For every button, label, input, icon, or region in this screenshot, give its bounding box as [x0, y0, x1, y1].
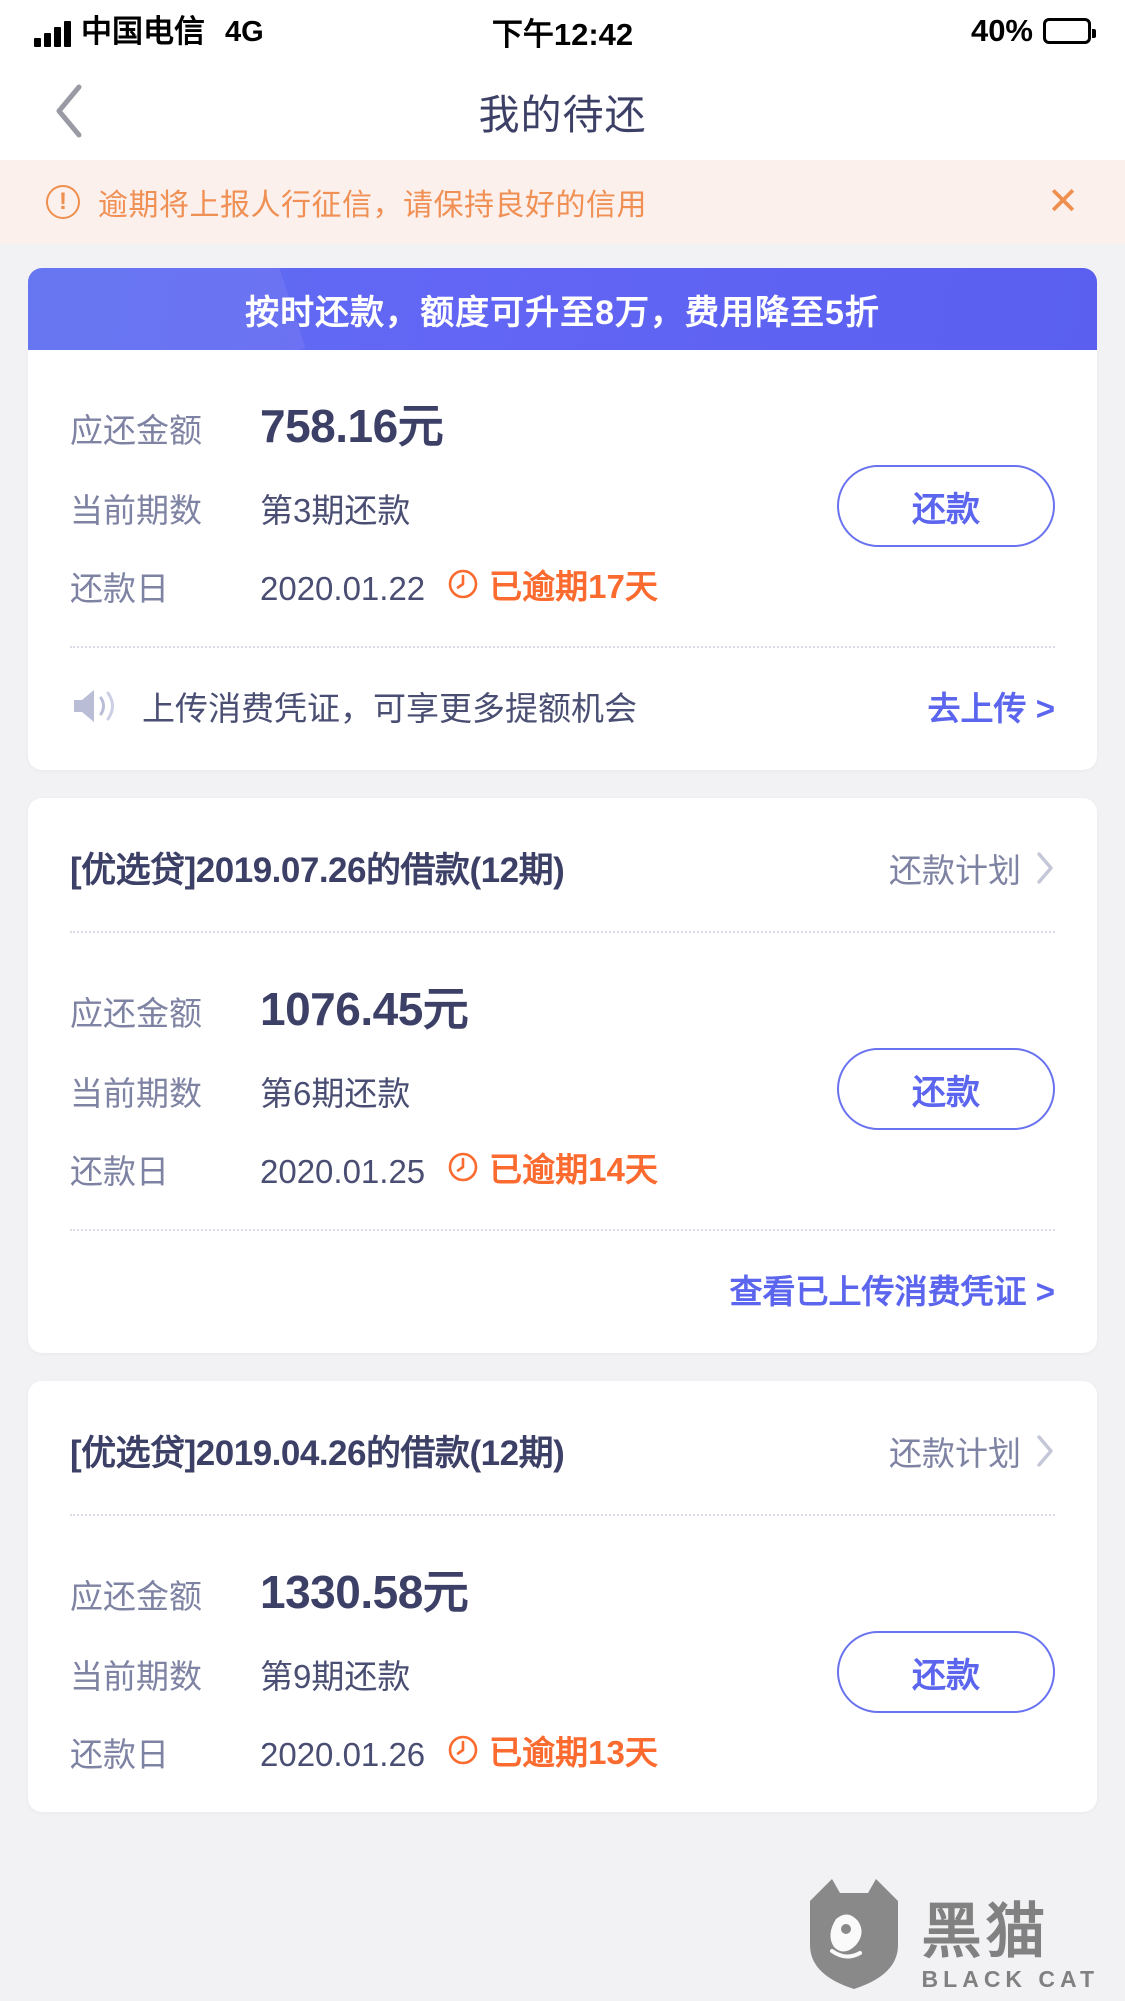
clock-icon [447, 568, 479, 600]
repay-button[interactable]: 还款 [837, 1048, 1055, 1130]
repayment-plan-link[interactable]: 还款计划 [889, 844, 1055, 892]
detail-rows: 应还金额 1330.58元 当前期数 第9期还款 还款日 2020.01.26 [70, 1556, 817, 1776]
amount-row: 应还金额 758.16元 [70, 390, 817, 456]
repayment-plan-label: 还款计划 [889, 1434, 1021, 1472]
upload-voucher-link[interactable]: 去上传 > [928, 682, 1055, 730]
amount-label: 应还金额 [70, 995, 202, 1032]
page-title: 我的待还 [478, 92, 647, 138]
overdue-text: 已逾期17天 [489, 568, 658, 605]
overdue-badge: 已逾期14天 [447, 1143, 658, 1191]
card-header: [优选贷]2019.07.26的借款(12期) 还款计划 [28, 798, 1097, 931]
clock-label: 下午12:42 [491, 16, 634, 52]
overdue-badge: 已逾期13天 [447, 1726, 658, 1774]
period-value: 第6期还款 [260, 1075, 411, 1112]
card-footer: 上传消费凭证，可享更多提额机会 去上传 > [28, 648, 1097, 770]
amount-value: 758.16元 [260, 400, 444, 452]
period-row: 当前期数 第9期还款 [70, 1650, 817, 1698]
nav-bar: 我的待还 [0, 62, 1125, 160]
repayment-plan-label: 还款计划 [889, 851, 1021, 889]
date-row: 还款日 2020.01.22 已逾期17天 [70, 560, 817, 610]
footer-text: 上传消费凭证，可享更多提额机会 [142, 690, 637, 727]
battery-percent-label: 40% [970, 13, 1033, 48]
repay-button[interactable]: 还款 [837, 465, 1055, 547]
date-row: 还款日 2020.01.26 已逾期13天 [70, 1726, 817, 1776]
date-label: 还款日 [70, 1153, 169, 1190]
date-value: 2020.01.25 [260, 1153, 426, 1190]
amount-row: 应还金额 1076.45元 [70, 973, 817, 1039]
period-label: 当前期数 [70, 492, 202, 529]
card-body: 应还金额 1330.58元 当前期数 第9期还款 还款日 2020.01.26 [28, 1516, 1097, 1812]
repayment-card: [优选贷]2019.04.26的借款(12期) 还款计划 应还金额 1330.5… [28, 1381, 1097, 1812]
repayment-card: [优选贷]2019.07.26的借款(12期) 还款计划 应还金额 1076.4… [28, 798, 1097, 1353]
date-label: 还款日 [70, 1736, 169, 1773]
overdue-text: 已逾期14天 [489, 1151, 658, 1188]
period-row: 当前期数 第3期还款 [70, 484, 817, 532]
close-icon[interactable]: ✕ [1047, 183, 1079, 221]
chevron-left-icon [51, 83, 85, 139]
amount-value: 1076.45元 [260, 983, 469, 1035]
loan-title: [优选贷]2019.07.26的借款(12期) [70, 851, 565, 890]
card-footer: 查看已上传消费凭证 > [28, 1231, 1097, 1353]
clock-icon [447, 1734, 479, 1766]
overdue-text: 已逾期13天 [489, 1734, 658, 1771]
watermark-text: 黑猫 BLACK CAT [922, 1902, 1099, 1991]
chevron-right-icon [1035, 1434, 1055, 1468]
warning-text: 逾期将上报人行征信，请保持良好的信用 [98, 189, 647, 222]
repay-button-label: 还款 [912, 1073, 980, 1112]
promo-banner[interactable]: 按时还款，额度可升至8万，费用降至5折 [28, 268, 1097, 350]
period-value: 第9期还款 [260, 1658, 411, 1695]
repayment-plan-link[interactable]: 还款计划 [889, 1427, 1055, 1475]
date-row: 还款日 2020.01.25 已逾期14天 [70, 1143, 817, 1193]
back-button[interactable] [40, 83, 96, 139]
repay-button-label: 还款 [912, 1656, 980, 1695]
amount-row: 应还金额 1330.58元 [70, 1556, 817, 1622]
period-label: 当前期数 [70, 1075, 202, 1112]
status-bar-right: 40% [970, 13, 1096, 49]
watermark-cn: 黑猫 [921, 1898, 1050, 1965]
promo-text: 按时还款，额度可升至8万，费用降至5折 [245, 293, 880, 332]
credit-warning-banner: ! 逾期将上报人行征信，请保持良好的信用 ✕ [0, 160, 1125, 244]
status-bar: 中国电信 4G 下午12:42 40% [0, 0, 1125, 62]
exclamation-circle-icon: ! [46, 185, 80, 219]
period-value: 第3期还款 [260, 492, 411, 529]
app-screen: 中国电信 4G 下午12:42 40% 我的待还 ! 逾期将上报人行征信，请保持… [0, 0, 1125, 2001]
card-header: [优选贷]2019.04.26的借款(12期) 还款计划 [28, 1381, 1097, 1514]
card-body: 应还金额 1076.45元 当前期数 第6期还款 还款日 2020.01.25 [28, 933, 1097, 1229]
speaker-icon [70, 685, 142, 727]
period-row: 当前期数 第6期还款 [70, 1067, 817, 1115]
battery-icon [1043, 18, 1096, 44]
scroll-content: 按时还款，额度可升至8万，费用降至5折 应还金额 758.16元 当前期数 第3… [0, 268, 1125, 1812]
chevron-right-icon [1035, 851, 1055, 885]
date-label: 还款日 [70, 570, 169, 607]
clock-icon [447, 1151, 479, 1183]
period-label: 当前期数 [70, 1658, 202, 1695]
watermark-en: BLACK CAT [921, 1966, 1099, 1992]
watermark: 黑猫 BLACK CAT [802, 1871, 1099, 1991]
repay-button-label: 还款 [912, 490, 980, 529]
loan-title: [优选贷]2019.04.26的借款(12期) [70, 1434, 565, 1473]
overdue-badge: 已逾期17天 [447, 560, 658, 608]
detail-rows: 应还金额 1076.45元 当前期数 第6期还款 还款日 2020.01.25 [70, 973, 817, 1193]
amount-value: 1330.58元 [260, 1566, 469, 1618]
date-value: 2020.01.26 [260, 1736, 426, 1773]
date-value: 2020.01.22 [260, 570, 426, 607]
black-cat-logo-icon [802, 1871, 906, 1991]
repayment-card: 应还金额 758.16元 当前期数 第3期还款 还款日 2020.01.22 已… [28, 350, 1097, 770]
detail-rows: 应还金额 758.16元 当前期数 第3期还款 还款日 2020.01.22 已… [70, 390, 817, 610]
amount-label: 应还金额 [70, 412, 202, 449]
card-body: 应还金额 758.16元 当前期数 第3期还款 还款日 2020.01.22 已… [28, 350, 1097, 646]
view-uploaded-voucher-link[interactable]: 查看已上传消费凭证 > [730, 1265, 1055, 1313]
amount-label: 应还金额 [70, 1578, 202, 1615]
repay-button[interactable]: 还款 [837, 1631, 1055, 1713]
